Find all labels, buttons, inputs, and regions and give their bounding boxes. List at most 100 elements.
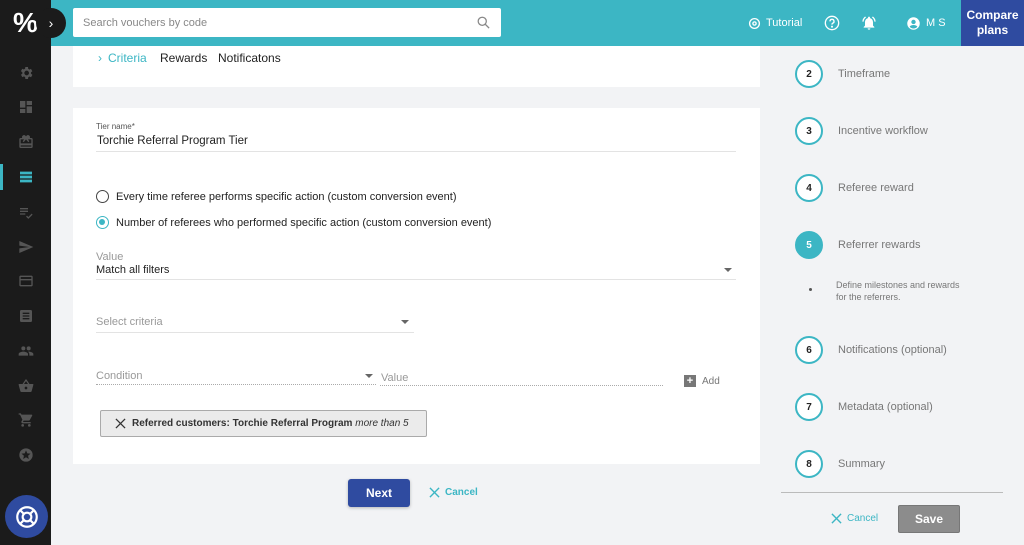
step-metadata[interactable]: 7 Metadata (optional) — [795, 393, 933, 421]
value-underline — [96, 279, 736, 280]
close-icon[interactable] — [115, 418, 126, 429]
value-select[interactable]: Match all filters — [96, 264, 169, 276]
tabs-card: › Criteria Rewards Notificatons — [73, 46, 760, 87]
question-icon — [824, 15, 840, 31]
avatar-icon — [907, 16, 920, 30]
sidebar-item-dashboard[interactable] — [0, 92, 51, 122]
compass-icon — [748, 17, 761, 29]
sidebar: % — [0, 0, 51, 545]
lifebuoy-icon — [15, 505, 38, 528]
step-number: 2 — [795, 60, 823, 88]
tier-name-label: Tier name* — [96, 122, 135, 131]
caret-down-icon[interactable] — [365, 374, 373, 378]
document-icon — [19, 310, 32, 322]
save-button[interactable]: Save — [898, 505, 960, 533]
gift-icon — [18, 135, 33, 148]
tier-name-underline — [96, 151, 736, 152]
step-number: 7 — [795, 393, 823, 421]
tab-rewards[interactable]: Rewards — [160, 51, 207, 65]
cancel-label: Cancel — [445, 487, 478, 498]
checklist-icon — [19, 208, 33, 219]
step-description-bullet — [809, 288, 812, 291]
step-notifications[interactable]: 6 Notifications (optional) — [795, 336, 947, 364]
tier-name-input[interactable]: Torchie Referral Program Tier — [97, 135, 248, 147]
step-timeframe[interactable]: 2 Timeframe — [795, 60, 890, 88]
radio-number-of-referees[interactable] — [96, 216, 109, 229]
condition-select[interactable]: Condition — [96, 370, 142, 382]
step-label: Metadata (optional) — [838, 401, 933, 413]
step-label: Referrer rewards — [838, 239, 921, 251]
cancel-button[interactable]: Cancel — [429, 487, 478, 498]
step-label: Notifications (optional) — [838, 344, 947, 356]
radio-number-of-referees-label[interactable]: Number of referees who performed specifi… — [116, 217, 491, 229]
sidebar-item-reports[interactable] — [0, 301, 51, 331]
star-icon — [18, 448, 33, 462]
sidebar-item-customers[interactable] — [0, 336, 51, 366]
close-icon — [429, 487, 440, 498]
close-icon — [831, 513, 842, 524]
step-number: 5 — [795, 231, 823, 259]
tab-notifications[interactable]: Notificatons — [218, 51, 281, 65]
criteria-underline — [96, 332, 414, 333]
value-input-underline — [380, 385, 663, 386]
search-box — [73, 8, 501, 37]
caret-down-icon[interactable] — [724, 268, 732, 272]
stepper-cancel-button[interactable]: Cancel — [831, 513, 878, 524]
radio-every-time-label[interactable]: Every time referee performs specific act… — [116, 191, 457, 203]
gear-icon — [20, 67, 32, 79]
sidebar-item-validation-rules[interactable] — [0, 197, 51, 227]
compare-plans-button[interactable]: Compare plans — [961, 0, 1024, 46]
step-label: Timeframe — [838, 68, 891, 80]
compare-label-line1: Compare — [966, 8, 1019, 22]
notifications-button[interactable] — [861, 0, 877, 46]
chevron-right-icon: › — [98, 51, 102, 65]
filter-chip-text: Referred customers: Torchie Referral Pro… — [132, 418, 409, 429]
add-filter-button[interactable]: + Add — [684, 375, 720, 387]
step-label: Incentive workflow — [838, 125, 928, 137]
sidebar-item-gift[interactable] — [0, 127, 51, 157]
sidebar-item-orders[interactable] — [0, 405, 51, 435]
next-button[interactable]: Next — [348, 479, 410, 507]
sidebar-item-campaigns[interactable] — [0, 162, 51, 192]
help-icon-button[interactable] — [824, 0, 840, 46]
people-icon — [18, 346, 33, 356]
sidebar-item-products[interactable] — [0, 371, 51, 401]
step-label: Summary — [838, 458, 886, 470]
chevron-right-icon: › — [48, 15, 54, 31]
cart-icon — [18, 413, 32, 427]
condition-underline — [96, 384, 376, 385]
sidebar-item-distributions[interactable] — [0, 232, 51, 262]
step-number: 4 — [795, 174, 823, 202]
criteria-select[interactable]: Select criteria — [96, 316, 163, 328]
list-icon — [19, 171, 32, 183]
tutorial-button[interactable]: Tutorial — [748, 0, 802, 46]
step-incentive-workflow[interactable]: 3 Incentive workflow — [795, 117, 928, 145]
expand-sidebar-button[interactable]: › — [36, 8, 66, 38]
bell-icon — [862, 16, 876, 30]
plus-icon: + — [684, 375, 696, 387]
step-description: Define milestones and rewards for the ref… — [836, 280, 960, 302]
step-referee-reward[interactable]: 4 Referee reward — [795, 174, 914, 202]
search-input[interactable] — [83, 16, 476, 29]
help-button[interactable] — [5, 495, 48, 538]
stepper-divider — [781, 492, 1003, 493]
sidebar-item-loyalty[interactable] — [0, 440, 51, 470]
search-icon[interactable] — [476, 15, 491, 30]
value-label: Value — [96, 251, 124, 263]
user-menu[interactable]: M S — [906, 0, 946, 46]
caret-down-icon[interactable] — [401, 320, 409, 324]
step-summary[interactable]: 8 Summary — [795, 450, 885, 478]
step-number: 3 — [795, 117, 823, 145]
top-bar: Tutorial M S Compareplans — [51, 0, 1024, 46]
step-label: Referee reward — [838, 182, 914, 194]
step-number: 8 — [795, 450, 823, 478]
tab-criteria[interactable]: › Criteria — [98, 51, 147, 65]
radio-every-time[interactable] — [96, 190, 109, 203]
step-referrer-rewards[interactable]: 5 Referrer rewards — [795, 231, 921, 259]
sidebar-item-settings[interactable] — [0, 58, 51, 88]
sidebar-item-templates[interactable] — [0, 266, 51, 296]
basket-icon — [18, 379, 33, 393]
value-input[interactable]: Value — [381, 372, 408, 384]
filter-chip: Referred customers: Torchie Referral Pro… — [100, 410, 427, 437]
add-label: Add — [702, 375, 720, 387]
